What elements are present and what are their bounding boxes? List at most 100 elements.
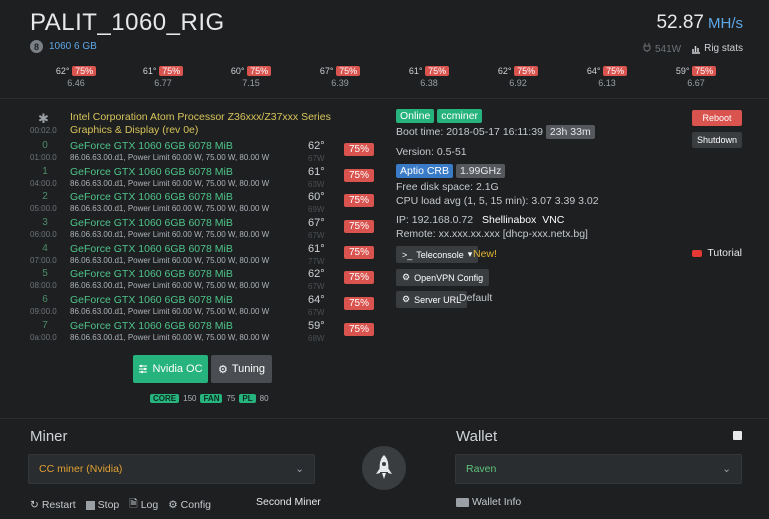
gpu-desc: 86.06.63.00.d1, Power Limit 60.00 W, 75.… (70, 230, 270, 240)
wallet-info-button[interactable]: Wallet Info (456, 496, 521, 508)
stop-button[interactable]: Stop (85, 499, 119, 511)
chart-icon (692, 45, 701, 54)
fan-badge: 75% (514, 66, 539, 76)
tuning-button[interactable]: ⚙ Tuning (211, 355, 272, 383)
log-button[interactable]: 🗎 Log (129, 496, 158, 514)
gpu-name: GeForce GTX 1060 6GB 6078 MiB (70, 319, 233, 332)
gpu-fan-badge: 75% (344, 297, 375, 311)
vnc-link[interactable]: VNC (542, 214, 564, 226)
new-label: New! (473, 248, 497, 260)
boot-time: Boot time: 2018-05-17 16:11:39 23h 33m (396, 125, 595, 139)
gpu-index: 0 (42, 140, 48, 151)
gpu-temp: 59° (308, 319, 325, 332)
nvidia-oc-button[interactable]: Nvidia OC (133, 355, 208, 383)
gpu-row: 4 07:00.0 GeForce GTX 1060 6GB 6078 MiB … (30, 242, 375, 268)
online-badge: Online (396, 109, 435, 123)
pl-badge: PL (239, 394, 256, 403)
gpu-desc: 86.06.63.00.d1, Power Limit 60.00 W, 75.… (70, 153, 270, 162)
edit-icon[interactable] (733, 431, 742, 440)
gpu-summary-3: 67° 75% 6.39 (309, 66, 371, 88)
second-miner-button[interactable]: Second Miner (256, 496, 321, 508)
miner-select[interactable]: CC miner (Nvidia) ⌄ (28, 454, 315, 484)
gpu-watt: 63W (308, 179, 325, 189)
fan-badge: 75% (72, 66, 97, 76)
gpu-summary-5: 62° 75% 6.92 (487, 66, 549, 88)
gpu-row: 2 05:00.0 GeForce GTX 1060 6GB 6078 MiB … (30, 190, 375, 216)
config-icon: ⚙ (168, 499, 178, 511)
cpu-name: Intel Corporation Atom Processor Z36xxx/… (70, 111, 331, 136)
gpu-hashrate: 6.77 (154, 78, 172, 88)
gpu-index: 1 (42, 165, 48, 177)
disk-space: Free disk space: 2.1G (396, 181, 499, 193)
gpu-temp: 62° (308, 140, 325, 152)
hashrate-unit: MH/s (708, 15, 743, 32)
gpu-index: 7 (42, 319, 48, 331)
gpu-name: GeForce GTX 1060 6GB 6078 MiB (70, 165, 233, 178)
motherboard-badge: Aptio CRB (396, 164, 454, 178)
gpu-summary-4: 61° 75% 6.38 (398, 66, 460, 88)
wallet-select[interactable]: Raven ⌄ (455, 454, 742, 484)
gpu-watt: 77W (308, 256, 325, 266)
divider (0, 98, 769, 99)
rocket-icon[interactable] (362, 446, 406, 490)
cpu-bus-id: 00:02.0 (30, 126, 57, 135)
gpu-fan-badge: 75% (344, 322, 375, 336)
rig-name: PALIT_1060_RIG (30, 9, 225, 36)
gpu-row: 6 09:00.0 GeForce GTX 1060 6GB 6078 MiB … (30, 293, 375, 319)
gpu-hashrate: 6.46 (67, 78, 85, 88)
gpu-fan-badge: 75% (344, 245, 375, 259)
divider (0, 418, 769, 419)
wallet-selected: Raven (466, 463, 497, 475)
shutdown-button[interactable]: Shutdown (692, 132, 742, 148)
reboot-button[interactable]: Reboot (692, 110, 742, 126)
shellinabox-link[interactable]: Shellinabox (482, 214, 536, 226)
cpu-row: ✱ 00:02.0 Intel Corporation Atom Process… (30, 108, 375, 136)
gpu-index: 3 (42, 217, 48, 229)
gpu-fan-badge: 75% (344, 220, 375, 234)
gpu-fan-badge: 75% (344, 143, 375, 156)
top-stats: 541W Rig stats (642, 42, 743, 55)
gpu-watt: 68W (308, 333, 325, 343)
gpu-hashrate: 6.39 (331, 78, 349, 88)
restart-icon: ↻ (30, 499, 39, 511)
gear-icon: ⚙ (217, 363, 228, 376)
gpu-summary-2: 60° 75% 7.15 (220, 66, 282, 88)
gpu-desc: 86.06.63.00.d1, Power Limit 60.00 W, 75.… (70, 307, 270, 317)
server-url-button[interactable]: ⚙ Server URL (396, 291, 468, 308)
fan-badge: FAN (200, 394, 223, 403)
gpu-name: GeForce GTX 1060 6GB 6078 MiB (70, 294, 233, 307)
fan-badge: 75% (159, 66, 184, 76)
rig-subtitle: 8 1060 6 GB (30, 40, 97, 53)
asterisk-icon: ✱ (38, 111, 49, 126)
rig-stats-link[interactable]: Rig stats (691, 43, 743, 54)
gpu-summary-6: 64° 75% 6.13 (576, 66, 638, 88)
gpu-hashrate: 6.67 (687, 78, 705, 88)
gpu-index: 6 (42, 294, 48, 306)
chevron-down-icon: ⌄ (722, 463, 731, 475)
gpu-row: 3 06:00.0 GeForce GTX 1060 6GB 6078 MiB … (30, 216, 375, 242)
hashrate-value: 52.87 (656, 12, 704, 33)
wallet-title: Wallet (456, 428, 498, 445)
restart-button[interactable]: ↻ Restart (30, 499, 76, 511)
oc-stats: CORE 150 FAN 75 PL 80 (150, 394, 269, 403)
gpu-temp: 62° (308, 268, 325, 281)
core-badge: CORE (150, 394, 180, 403)
gpu-row: 0 01:00.0 GeForce GTX 1060 6GB 6078 MiB … (30, 139, 375, 165)
youtube-icon (692, 249, 703, 257)
gpu-watt: 67W (308, 282, 325, 292)
caret-down-icon: ▾ (467, 249, 473, 259)
config-button[interactable]: ⚙ Config (168, 499, 211, 511)
gpu-desc: 86.06.63.00.d1, Power Limit 60.00 W, 75.… (70, 255, 270, 265)
cpu-load: CPU load avg (1, 5, 15 min): 3.07 3.39 3… (396, 195, 599, 207)
teleconsole-button[interactable]: >_ Teleconsole ▾ (396, 246, 479, 263)
total-hashrate: 52.87 MH/s (656, 12, 743, 34)
gpu-summary-1: 61° 75% 6.77 (132, 66, 194, 88)
uptime-badge: 23h 33m (545, 125, 595, 139)
gpu-summary-0: 62° 75% 6.46 (45, 66, 107, 88)
gpu-fan-badge: 75% (344, 271, 375, 285)
gpu-bus-id: 01:00.0 (30, 153, 57, 162)
openvpn-config-button[interactable]: ⚙ OpenVPN Config (396, 269, 490, 286)
gpu-name: GeForce GTX 1060 6GB 6078 MiB (70, 191, 233, 204)
tutorial-link[interactable]: Tutorial (692, 247, 742, 259)
gpu-row: 1 04:00.0 GeForce GTX 1060 6GB 6078 MiB … (30, 165, 375, 191)
